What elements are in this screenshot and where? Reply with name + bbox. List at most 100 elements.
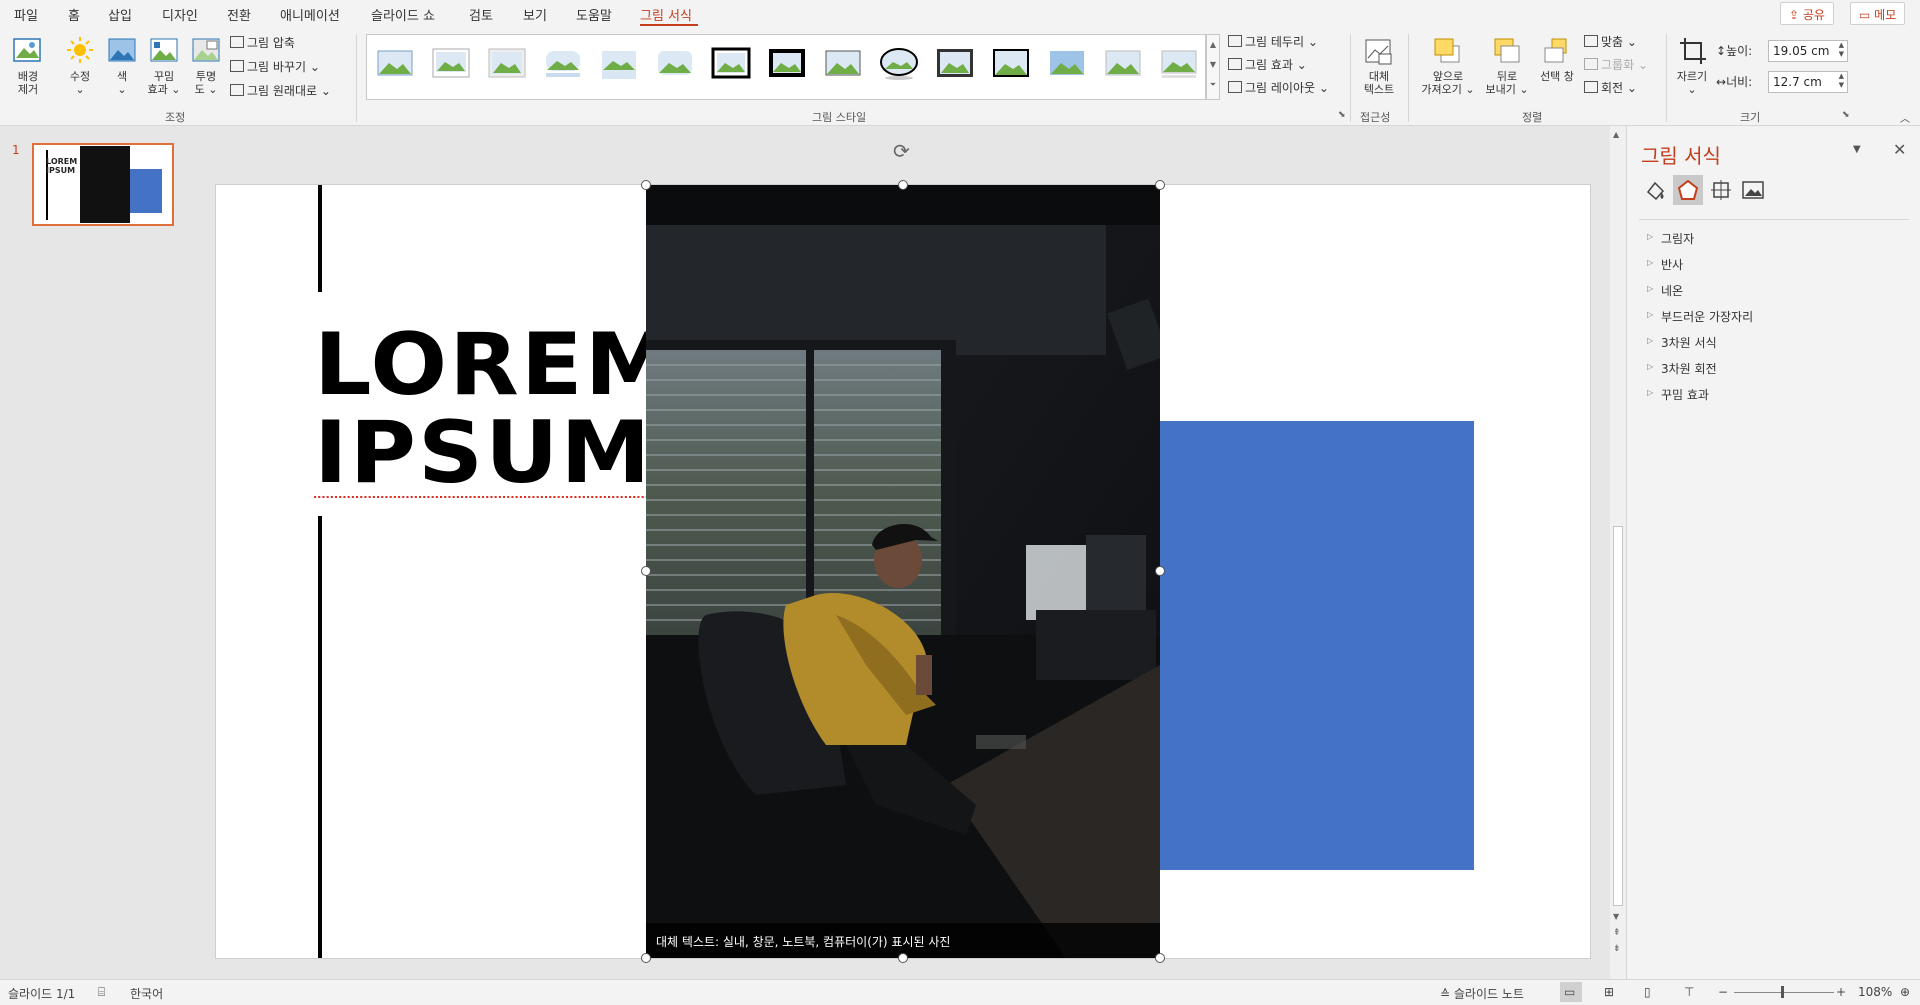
alt-text-caption[interactable]: 대체 텍스트: 실내, 창문, 노트북, 컴퓨터이(가) 표시된 사진 [656, 933, 950, 950]
style-thumb-icon[interactable] [655, 45, 695, 81]
slideshow-view-icon[interactable]: ⊤ [1684, 985, 1694, 999]
resize-handle[interactable] [898, 953, 908, 963]
gallery-scroll[interactable]: ▲ ▼ ⏷ [1206, 34, 1220, 100]
collapse-ribbon-icon[interactable]: ︿ [1900, 110, 1910, 125]
photo[interactable]: 대체 텍스트: 실내, 창문, 노트북, 컴퓨터이(가) 표시된 사진 [646, 185, 1160, 958]
reset-picture-button[interactable]: 그림 원래대로 ⌄ [230, 82, 331, 100]
title-line-2[interactable]: IPSUM [314, 410, 653, 498]
menu-home[interactable]: 홈 [68, 5, 80, 24]
expand-icon[interactable]: ▷ [1647, 284, 1653, 293]
style-thumb-icon[interactable] [823, 45, 863, 81]
style-thumb-icon[interactable] [1159, 45, 1199, 81]
menu-help[interactable]: 도움말 [576, 5, 612, 24]
style-thumb-icon[interactable] [1103, 45, 1143, 81]
rotate-button[interactable]: 회전 ⌄ [1584, 79, 1637, 97]
close-icon[interactable]: ✕ [1893, 140, 1906, 159]
expand-icon[interactable]: ▷ [1647, 258, 1653, 267]
pane-options-icon[interactable]: ▼ [1853, 144, 1861, 155]
align-button[interactable]: 맞춤 ⌄ [1584, 33, 1637, 51]
menu-animations[interactable]: 애니메이션 [280, 5, 340, 24]
picture-effects-button[interactable]: 그림 효과 ⌄ [1228, 56, 1307, 74]
zoom-out-icon[interactable]: − [1718, 985, 1728, 999]
style-thumb-icon[interactable] [599, 45, 639, 81]
zoom-in-icon[interactable]: + [1836, 985, 1846, 999]
expand-icon[interactable]: ▷ [1647, 336, 1653, 345]
picture-layout-button[interactable]: 그림 레이아웃 ⌄ [1228, 79, 1329, 97]
change-picture-button[interactable]: 그림 바꾸기 ⌄ [230, 58, 320, 76]
slide-thumbnail[interactable]: LOREM IPSUM [32, 143, 174, 226]
picture-icon[interactable] [1741, 178, 1765, 202]
section-reflection[interactable]: 반사 [1661, 256, 1683, 273]
style-thumb-icon[interactable] [375, 45, 415, 81]
menu-design[interactable]: 디자인 [162, 5, 198, 24]
style-thumb-icon[interactable] [1047, 45, 1087, 81]
resize-handle[interactable] [1155, 180, 1165, 190]
style-thumb-icon[interactable] [767, 45, 807, 81]
group-objects-button[interactable]: 그룹화 ⌄ [1584, 56, 1648, 74]
resize-handle[interactable] [641, 953, 651, 963]
vertical-line-top[interactable] [318, 185, 322, 292]
expand-icon[interactable]: ▷ [1647, 232, 1653, 241]
size-properties-icon[interactable] [1709, 178, 1733, 202]
gallery-down-icon[interactable]: ▼ [1207, 55, 1219, 75]
vertical-scrollbar[interactable]: ▲ ▼ ⇞ ⇟ [1610, 126, 1626, 979]
menu-transitions[interactable]: 전환 [227, 5, 251, 24]
section-artistic-effects[interactable]: 꾸밈 효과 [1661, 386, 1709, 403]
expand-icon[interactable]: ▷ [1647, 388, 1653, 397]
expand-icon[interactable]: ▷ [1647, 362, 1653, 371]
style-thumb-icon[interactable] [879, 45, 919, 81]
style-thumb-icon[interactable] [431, 45, 471, 81]
memo-button[interactable]: ▭ 메모 [1850, 2, 1906, 25]
fill-line-icon[interactable] [1643, 178, 1667, 202]
style-thumb-icon[interactable] [487, 45, 527, 81]
width-input[interactable]: 12.7 cm ▲ ▼ [1768, 71, 1848, 93]
spinner-icon[interactable]: ▲ ▼ [1839, 72, 1844, 90]
resize-handle[interactable] [1155, 566, 1165, 576]
menu-file[interactable]: 파일 [14, 5, 38, 24]
title-line-1[interactable]: LOREM [314, 322, 677, 408]
resize-handle[interactable] [1155, 953, 1165, 963]
normal-view-icon[interactable]: ▭ [1564, 985, 1575, 999]
next-slide-icon[interactable]: ⇟ [1613, 944, 1621, 954]
section-glow[interactable]: 네온 [1661, 282, 1683, 299]
compress-pictures-button[interactable]: 그림 압축 [230, 34, 295, 52]
section-soft-edges[interactable]: 부드러운 가장자리 [1661, 308, 1753, 325]
vertical-line-bottom[interactable] [318, 516, 322, 958]
section-3d-rotation[interactable]: 3차원 회전 [1661, 360, 1717, 377]
resize-handle[interactable] [641, 180, 651, 190]
menu-review[interactable]: 검토 [469, 5, 493, 24]
picture-styles-gallery[interactable] [366, 34, 1206, 100]
expand-icon[interactable]: ▷ [1647, 310, 1653, 319]
menu-slideshow[interactable]: 슬라이드 쇼 [371, 5, 435, 24]
fit-slide-icon[interactable]: ⊕ [1900, 985, 1910, 999]
scroll-up-icon[interactable]: ▲ [1613, 130, 1619, 139]
zoom-slider-thumb[interactable] [1781, 986, 1784, 998]
effects-pentagon-icon[interactable] [1676, 178, 1700, 202]
zoom-slider[interactable] [1734, 992, 1834, 993]
scroll-down-icon[interactable]: ▼ [1613, 912, 1619, 921]
accessibility-icon[interactable]: ⌸ [98, 985, 105, 1000]
menu-insert[interactable]: 삽입 [108, 5, 132, 24]
style-thumb-icon[interactable] [991, 45, 1031, 81]
height-input[interactable]: 19.05 cm ▲ ▼ [1768, 40, 1848, 62]
resize-handle[interactable] [898, 180, 908, 190]
menu-view[interactable]: 보기 [523, 5, 547, 24]
slide-sorter-icon[interactable]: ⊞ [1604, 985, 1614, 999]
gallery-more-icon[interactable]: ⏷ [1207, 75, 1219, 95]
notes-button[interactable]: ≙ 슬라이드 노트 [1440, 985, 1524, 1002]
menu-picture-format[interactable]: 그림 서식 [640, 5, 692, 24]
picture-border-button[interactable]: 그림 테두리 ⌄ [1228, 33, 1318, 51]
scroll-thumb[interactable] [1613, 526, 1623, 906]
style-thumb-icon[interactable] [935, 45, 975, 81]
previous-slide-icon[interactable]: ⇞ [1613, 928, 1621, 938]
style-thumb-icon[interactable] [543, 45, 583, 81]
blue-rectangle[interactable] [1160, 421, 1474, 870]
slide-canvas[interactable]: LOREM IPSUM 대체 텍스트: 실내, 창문, 노트북, 컴퓨터이(가)… [216, 180, 1590, 963]
style-thumb-icon[interactable] [711, 45, 751, 81]
dialog-launcher-icon[interactable]: ⬊ [1842, 110, 1850, 120]
spinner-icon[interactable]: ▲ ▼ [1839, 41, 1844, 59]
rotate-handle-icon[interactable]: ⟳ [893, 139, 910, 163]
share-button[interactable]: ⇪ 공유 [1780, 2, 1834, 25]
reading-view-icon[interactable]: ▯ [1644, 985, 1651, 999]
zoom-level[interactable]: 108% [1858, 985, 1892, 999]
